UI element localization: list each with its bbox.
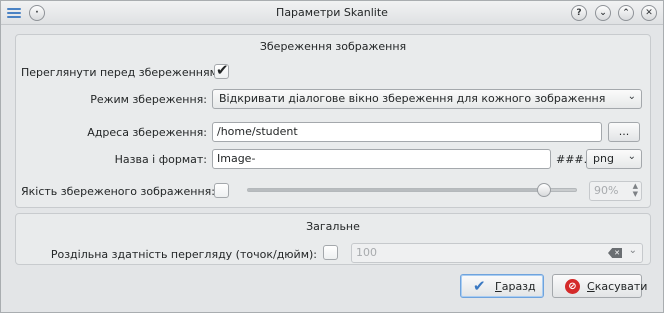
cancel-icon: ⊘: [565, 279, 580, 294]
cancel-label-rest: касувати: [594, 280, 648, 293]
name-format-label: Назва і формат:: [114, 153, 207, 166]
save-mode-value: Відкривати діалогове вікно збереження дл…: [219, 92, 606, 105]
maximize-button[interactable]: ⌃: [618, 5, 634, 21]
title-bar: · Параметри Skanlite ? ⌄ ⌃ ✕: [1, 1, 663, 25]
cancel-button[interactable]: ⊘ Скасувати: [552, 274, 647, 298]
quality-spinbox[interactable]: 90% ▲ ▼: [589, 181, 642, 201]
name-input[interactable]: Image-: [212, 149, 551, 169]
clear-icon[interactable]: ✕: [608, 248, 622, 258]
quality-checkbox[interactable]: [214, 183, 229, 198]
chevron-down-icon: ⌄: [627, 151, 636, 162]
spin-arrows-icon: ▲ ▼: [632, 182, 638, 198]
format-value: png: [593, 152, 614, 165]
checkmark-icon: ✔: [216, 61, 229, 79]
resolution-input[interactable]: 100 ✕ ⌄: [351, 243, 643, 263]
chevron-down-icon: ⌄: [628, 245, 637, 256]
close-button[interactable]: ✕: [641, 5, 657, 21]
ok-button[interactable]: ✔ Гаразд: [460, 274, 544, 298]
resolution-checkbox[interactable]: [323, 245, 338, 260]
settings-window: · Параметри Skanlite ? ⌄ ⌃ ✕ Збереження …: [0, 0, 664, 313]
save-image-group: Збереження зображення: [15, 34, 651, 208]
quality-value: 90%: [594, 184, 619, 197]
save-image-group-title: Збереження зображення: [259, 40, 407, 53]
resolution-label: Роздільна здатність перегляду (точок/дюй…: [50, 248, 317, 261]
format-combo[interactable]: png ⌄: [586, 149, 642, 169]
help-button[interactable]: ?: [571, 5, 587, 21]
quality-label: Якість збереженого зображення:: [21, 185, 216, 198]
browse-button[interactable]: ...: [608, 122, 640, 142]
number-mask-label: ###.: [556, 153, 588, 166]
preview-label: Переглянути перед збереженням:: [21, 66, 222, 79]
quality-slider-handle[interactable]: [537, 183, 551, 197]
quality-slider[interactable]: [247, 188, 577, 192]
ok-label-rest: аразд: [501, 280, 536, 293]
quality-slider-fill: [248, 189, 544, 191]
resolution-value: 100: [356, 246, 377, 259]
save-mode-combo[interactable]: Відкривати діалогове вікно збереження дл…: [212, 89, 642, 109]
save-address-label: Адреса збереження:: [87, 126, 207, 139]
minimize-button[interactable]: ⌄: [595, 5, 611, 21]
ok-mnemonic: Г: [495, 280, 502, 293]
chevron-down-icon: ⌄: [627, 91, 636, 102]
save-mode-label: Режим збереження:: [90, 93, 207, 106]
preview-checkbox[interactable]: ✔: [214, 61, 229, 79]
checkmark-icon: ✔: [473, 277, 486, 295]
cancel-mnemonic: С: [587, 280, 595, 293]
save-address-input[interactable]: /home/student: [212, 122, 602, 142]
general-group-title: Загальне: [306, 220, 360, 233]
window-title: Параметри Skanlite: [276, 6, 388, 19]
